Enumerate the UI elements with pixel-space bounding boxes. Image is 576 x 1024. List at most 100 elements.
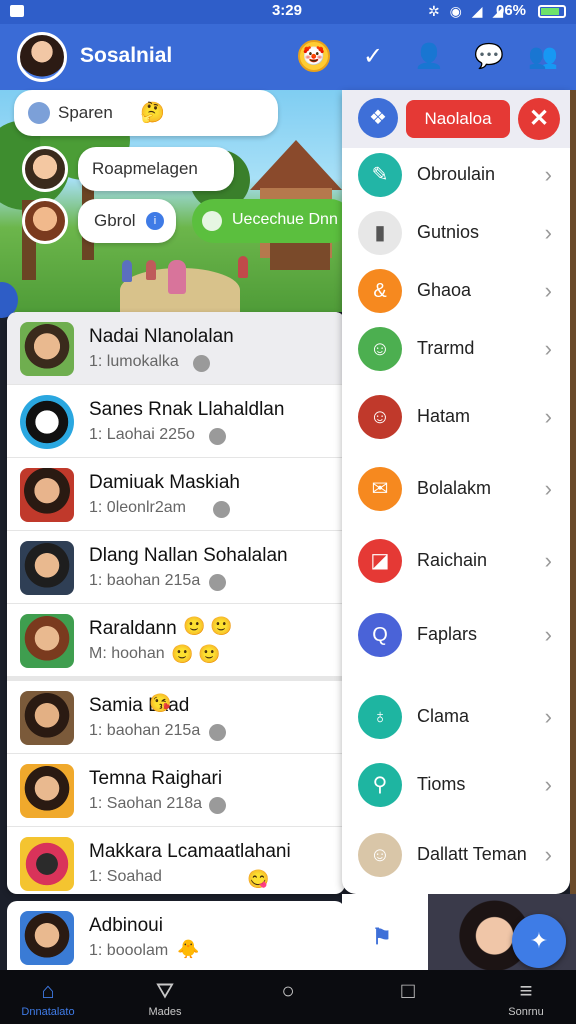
chevron-right-icon: › — [544, 842, 552, 867]
chevron-right-icon: › — [544, 548, 552, 573]
chat-row[interactable]: Makkara Lcamaatlahani 1: Soahad 😋 — [7, 827, 345, 894]
square-icon: □ — [401, 978, 415, 1003]
avatar — [20, 614, 74, 668]
battery-icon — [538, 5, 566, 18]
chat-row[interactable]: Adbinoui 1: booolam 🐥 — [7, 901, 345, 971]
nav-home[interactable]: ⌂ Dnnatalato — [10, 970, 86, 1024]
home-icon: ⌂ — [41, 978, 55, 1003]
profile-icon[interactable]: 👤 — [414, 42, 444, 72]
bottom-panel-strip: ⚑ — [342, 894, 428, 970]
chat-row[interactable]: Nadai Nlanolalan 1: lumokalka — [7, 312, 345, 385]
menu-item[interactable]: ▮ Gutnios › — [342, 206, 570, 264]
menu-item-icon: ◪ — [358, 539, 402, 583]
menu-item-label: Tioms — [417, 774, 466, 794]
menu-item[interactable]: ⚲ Tioms › — [342, 758, 570, 816]
app-icon: ❖ — [358, 98, 398, 138]
menu-item[interactable]: ✎ Obroulain › — [342, 148, 570, 206]
bottom-nav: ⌂ Dnnatalato ⛛ Mades ○ □ ≡ Sonrnu — [0, 970, 576, 1024]
avatar — [20, 764, 74, 818]
chevron-right-icon: › — [544, 622, 552, 647]
close-button[interactable]: ✕ — [518, 98, 560, 140]
clock-icon — [209, 428, 226, 445]
notification-icon — [10, 5, 24, 17]
chat-row[interactable]: Dlang Nallan Sohalalan 1: baohan 215a — [7, 531, 345, 604]
menu-item-icon: ☺ — [358, 395, 402, 439]
chat-list-continued: Adbinoui 1: booolam 🐥 — [7, 901, 345, 971]
info-icon: i — [146, 212, 164, 230]
nav-recents-button[interactable]: □ — [386, 970, 430, 1024]
menu-item-icon: ▮ — [358, 211, 402, 255]
app-title: Sosalnial — [80, 44, 173, 67]
menu-title-pill[interactable]: Naolaloa — [406, 100, 510, 138]
status-bar-right: ✲ ◉ ◢ ◢ 06% — [342, 0, 576, 24]
menu-item[interactable]: ◪ Raichain › — [342, 534, 570, 592]
chevron-right-icon: › — [544, 404, 552, 429]
menu-item-label: Dallatt Teman — [417, 844, 527, 864]
clock-icon — [209, 574, 226, 591]
chat-row[interactable]: Samia Lkad 😘 1: baohan 215a — [7, 681, 345, 754]
chat-bubble[interactable]: Roapmelagen — [78, 147, 234, 191]
chat-icon[interactable]: 💬 — [474, 42, 504, 72]
menu-item[interactable]: & Ghaoa › — [342, 264, 570, 322]
avatar[interactable] — [22, 146, 68, 192]
nav-home-button[interactable]: ○ — [266, 970, 310, 1024]
nav-menu[interactable]: ≡ Sonrnu — [494, 970, 558, 1024]
contacts-icon[interactable]: 👥 — [528, 42, 558, 72]
battery-percent: 06% — [496, 2, 527, 19]
green-chip[interactable]: Uecechue Dnn — [192, 199, 352, 243]
right-toolbar: ✓ 👤 💬 👥 — [342, 24, 576, 90]
menu-header: ❖ Naolaloa ✕ — [342, 90, 570, 148]
clock-icon — [209, 724, 226, 741]
menu-item-icon: ☺ — [358, 833, 402, 877]
nav-media[interactable]: ⛛ Mades — [130, 970, 200, 1024]
status-time: 3:29 — [271, 2, 302, 19]
menu-item-icon: ✉ — [358, 467, 402, 511]
chat-bubble[interactable]: Sparen 🤔 — [14, 90, 278, 136]
chevron-right-icon: › — [544, 278, 552, 303]
menu-item-icon: Q — [358, 613, 402, 657]
check-icon[interactable]: ✓ — [358, 42, 388, 72]
background-edge — [570, 90, 576, 894]
menu-item[interactable]: ♁ Clama › — [342, 690, 570, 748]
chevron-right-icon: › — [544, 704, 552, 729]
clock-icon — [209, 797, 226, 814]
menu-item-label: Obroulain — [417, 164, 496, 184]
compose-button[interactable]: ✦ — [512, 914, 566, 968]
menu-item-icon: ✎ — [358, 153, 402, 197]
menu-item-label: Faplars — [417, 624, 478, 644]
clock-icon — [213, 501, 230, 518]
chevron-right-icon: › — [544, 476, 552, 501]
menu-item-label: Raichain — [417, 550, 488, 570]
avatar[interactable] — [22, 198, 68, 244]
chevron-right-icon: › — [544, 162, 552, 187]
chat-row[interactable]: Raraldann 🙂 🙂 M: hoohan 🙂 🙂 — [7, 604, 345, 677]
menu-item-label: Trarmd — [417, 338, 475, 358]
menu-icon: ≡ — [519, 978, 533, 1003]
sticker-icon — [28, 102, 50, 124]
profile-avatar[interactable] — [17, 32, 67, 82]
menu-item[interactable]: ☺ Trarmd › — [342, 322, 570, 380]
avatar — [20, 911, 74, 965]
avatar — [20, 837, 74, 891]
emoji-button[interactable]: 🤡 — [298, 40, 330, 72]
chat-bubble[interactable]: Gbrol i — [78, 199, 176, 243]
menu-item-icon: ♁ — [358, 695, 402, 739]
chevron-right-icon: › — [544, 336, 552, 361]
menu-item[interactable]: ☺ Dallatt Teman › — [342, 828, 570, 886]
chat-list: Nadai Nlanolalan 1: lumokalka Sanes Rnak… — [7, 312, 345, 894]
menu-item[interactable]: ✉ Bolalakm › — [342, 462, 570, 520]
signal-icons: ✲ ◉ ◢ ◢ — [428, 3, 507, 19]
menu-item-icon: ☺ — [358, 327, 402, 371]
menu-item[interactable]: Q Faplars › — [342, 608, 570, 666]
avatar — [20, 395, 74, 449]
avatar — [20, 468, 74, 522]
chat-row[interactable]: Sanes Rnak Llahaldlan 1: Laohai 225o — [7, 385, 345, 458]
chat-row[interactable]: Damiuak Maskiah 1: 0leonlr2am — [7, 458, 345, 531]
flag-icon[interactable]: ⚑ — [372, 924, 392, 950]
menu-item-icon: & — [358, 269, 402, 313]
menu-item-label: Ghaoa — [417, 280, 472, 300]
side-menu: ❖ Naolaloa ✕ ✎ Obroulain › ▮ Gutnios › & Ghaoa ›… — [342, 90, 570, 894]
chevron-right-icon: › — [544, 220, 552, 245]
menu-item[interactable]: ☺ Hatam › — [342, 390, 570, 448]
chat-row[interactable]: Temna Raighari 1: Saohan 218a — [7, 754, 345, 827]
